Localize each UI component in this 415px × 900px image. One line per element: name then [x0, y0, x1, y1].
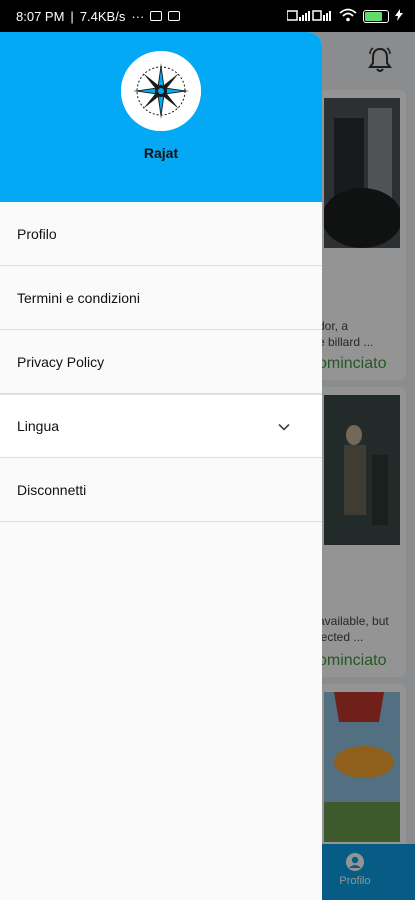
compass-logo-icon — [121, 51, 201, 131]
monitor-icon — [150, 11, 163, 21]
menu-item-language[interactable]: Lingua — [0, 394, 322, 458]
menu-item-label: Disconnetti — [17, 481, 87, 498]
drawer-menu: Profilo Termini e condizioni Privacy Pol… — [0, 202, 322, 522]
status-separator: | — [70, 8, 74, 24]
chevron-down-icon — [276, 419, 292, 435]
drawer-header: Rajat — [0, 32, 322, 202]
charging-icon — [395, 8, 403, 24]
status-bar: 8:07 PM | 7.4KB/s ··· — [0, 0, 415, 32]
battery-icon — [363, 9, 389, 23]
status-right — [286, 8, 403, 25]
notification-icon — [168, 11, 181, 21]
status-extra: ··· — [131, 8, 145, 24]
drawer-username: Rajat — [143, 145, 179, 161]
menu-item-profile[interactable]: Profilo — [0, 202, 322, 266]
wifi-icon — [339, 8, 357, 25]
navigation-drawer: Rajat Profilo Termini e condizioni Priva… — [0, 32, 322, 900]
menu-item-privacy-policy[interactable]: Privacy Policy — [0, 330, 322, 394]
menu-item-logout[interactable]: Disconnetti — [0, 458, 322, 522]
signal-icon — [286, 9, 333, 24]
menu-item-label: Termini e condizioni — [17, 289, 140, 306]
status-speed: 7.4KB/s — [79, 8, 126, 24]
menu-item-label: Privacy Policy — [17, 353, 105, 370]
menu-item-label: Lingua — [17, 418, 60, 434]
status-time: 8:07 PM — [16, 8, 65, 24]
menu-item-label: Profilo — [17, 225, 57, 242]
status-left: 8:07 PM | 7.4KB/s ··· — [16, 8, 181, 24]
menu-item-terms[interactable]: Termini e condizioni — [0, 266, 322, 330]
